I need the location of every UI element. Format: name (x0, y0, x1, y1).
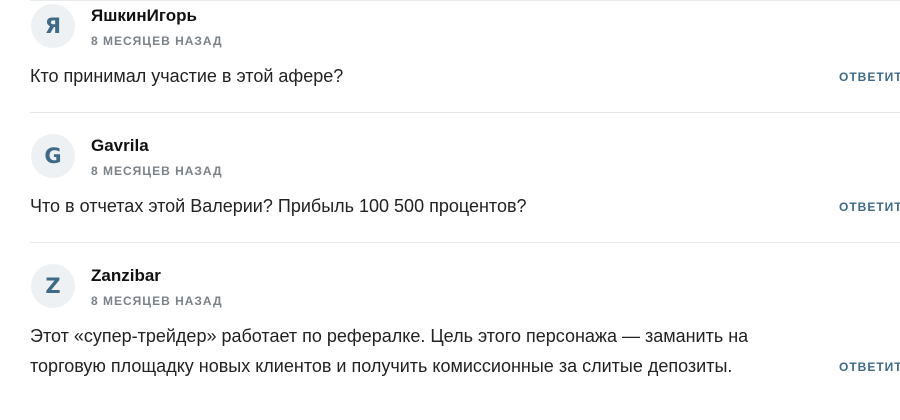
comment-divider (30, 242, 900, 243)
comment-text-line: Этот «супер-трейдер» работает по реферал… (30, 326, 749, 346)
comment-divider (30, 112, 900, 113)
avatar: Z (31, 264, 75, 308)
comment-text: Этот «супер-трейдер» работает по реферал… (30, 321, 810, 381)
comment-text: Что в отчетах этой Валерии? Прибыль 100 … (30, 191, 810, 221)
comment-text-line: Что в отчетах этой Валерии? Прибыль 100 … (30, 196, 527, 216)
comment-date: 8 МЕСЯЦЕВ НАЗАД (91, 164, 223, 178)
avatar: Я (31, 4, 75, 48)
comment-text-line: торговую площадку новых клиентов и получ… (30, 356, 733, 376)
avatar: G (31, 134, 75, 178)
comment-author: ЯшкинИгорь (91, 6, 197, 25)
comment-author: Gavrila (91, 136, 149, 155)
comment-date: 8 МЕСЯЦЕВ НАЗАД (91, 294, 223, 308)
comment-text-line: Кто принимал участие в этой афере? (30, 66, 344, 86)
comment-text: Кто принимал участие в этой афере? (30, 61, 810, 91)
top-divider (30, 0, 900, 1)
comment-author: Zanzibar (91, 266, 161, 285)
comment-date: 8 МЕСЯЦЕВ НАЗАД (91, 34, 223, 48)
reply-button[interactable]: ОТВЕТИТ (839, 70, 900, 84)
reply-button[interactable]: ОТВЕТИТ (839, 200, 900, 214)
reply-button[interactable]: ОТВЕТИТ (839, 360, 900, 374)
comment-list: Я ЯшкинИгорь 8 МЕСЯЦЕВ НАЗАД Кто принима… (0, 0, 900, 420)
